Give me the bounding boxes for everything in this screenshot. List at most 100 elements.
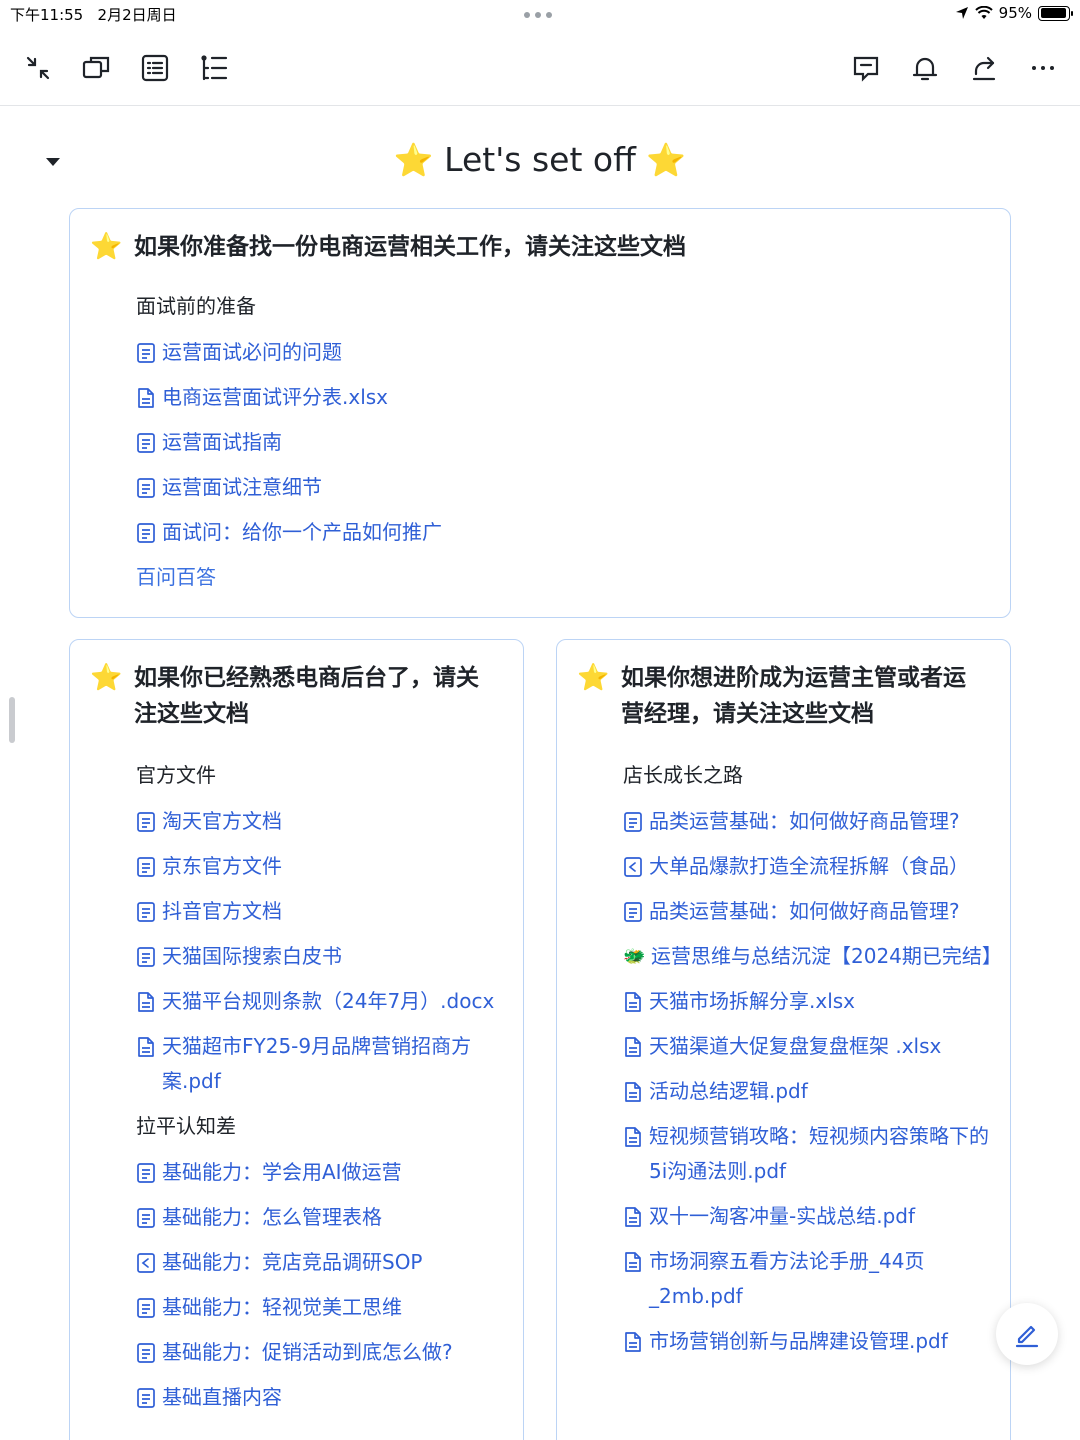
doc-link[interactable]: 天猫国际搜索白皮书 [136, 939, 506, 974]
window-icon[interactable] [78, 50, 114, 86]
doc-link[interactable]: 运营面试注意细节 [136, 470, 976, 505]
doc-link[interactable]: 市场洞察五看方法论手册_44页_2mb.pdf [623, 1244, 993, 1314]
doc-link[interactable]: 品类运营基础：如何做好商品管理? [623, 804, 993, 839]
doc-link[interactable]: 天猫平台规则条款（24年7月）.docx [136, 984, 506, 1019]
doc-link[interactable]: 短视频营销攻略：短视频内容策略下的5i沟通法则.pdf [623, 1119, 993, 1189]
doc-link-label: 天猫渠道大促复盘复盘框架 .xlsx [649, 1034, 942, 1058]
doc-link[interactable]: 双十一淘客冲量-实战总结.pdf [623, 1199, 993, 1234]
link-qa[interactable]: 百问百答 [136, 560, 976, 595]
doc-link-label: 大单品爆款打造全流程拆解（食品） [649, 854, 969, 878]
doc-link[interactable]: 基础能力：学会用AI做运营 [136, 1155, 506, 1190]
file-icon [623, 984, 645, 1019]
card-body: 官方文件 淘天官方文档 京东官方文件抖音官方文档 天猫国际搜索白皮书天猫平台规则条款… [136, 760, 506, 1425]
doc-link-label: 基础能力：促销活动到底怎么做? [162, 1340, 453, 1364]
doc-icon [136, 804, 158, 839]
battery-percent: 95% [998, 4, 1032, 22]
doc-icon [136, 425, 158, 460]
doc-link[interactable]: 市场营销创新与品牌建设管理.pdf [623, 1324, 993, 1359]
status-time: 下午11:55 2月2日周日 [10, 6, 177, 24]
doc-link-label: 京东官方文件 [162, 854, 282, 878]
doc-icon [136, 1290, 158, 1325]
doc-link-label: 基础能力：轻视觉美工思维 [162, 1295, 402, 1319]
star-icon: ⭐ [90, 663, 123, 693]
doc-icon [623, 894, 645, 929]
doc-link-label: 天猫超市FY25-9月品牌营销招商方案.pdf [162, 1034, 472, 1093]
doc-link[interactable]: 基础能力：怎么管理表格 [136, 1200, 506, 1235]
doc-link-label: 运营面试必问的问题 [162, 340, 342, 364]
doc-link-label: 电商运营面试评分表.xlsx [162, 385, 389, 409]
doc-link[interactable]: 京东官方文件 [136, 849, 506, 884]
outline-icon[interactable] [137, 50, 173, 86]
doc-link[interactable]: 基础能力：轻视觉美工思维 [136, 1290, 506, 1325]
doc-link-label: 基础能力：竞店竞品调研SOP [162, 1250, 423, 1274]
card-heading: 如果你想进阶成为运营主管或者运营经理，请关注这些文档 [621, 665, 966, 727]
doc-link[interactable]: 品类运营基础：如何做好商品管理? [623, 894, 993, 929]
more-icon[interactable] [1025, 50, 1061, 86]
location-icon [955, 7, 968, 19]
doc-icon [136, 849, 158, 884]
doc-icon [136, 894, 158, 929]
status-right: 95% [955, 4, 1073, 22]
doc-toolbar [0, 30, 1080, 106]
doc-link-label: 淘天官方文档 [162, 809, 282, 833]
collapse-icon[interactable] [20, 50, 56, 86]
file-icon [623, 1199, 645, 1234]
comment-icon[interactable] [848, 50, 884, 86]
star-icon: ⭐ [577, 663, 610, 693]
doc-link-label: 运营面试指南 [162, 430, 282, 454]
doc-link-label: 活动总结逻辑.pdf [649, 1079, 808, 1103]
edit-pencil-button[interactable] [996, 1303, 1058, 1365]
bell-icon[interactable] [907, 50, 943, 86]
card-body: 面试前的准备 运营面试必问的问题 电商运营面试评分表.xlsx 运营面试指南 运营面试… [136, 291, 976, 595]
doc-link[interactable]: 基础能力：促销活动到底怎么做? [136, 1335, 506, 1370]
doc-link[interactable]: 天猫渠道大促复盘复盘框架 .xlsx [623, 1029, 993, 1064]
doc-link[interactable]: 天猫超市FY25-9月品牌营销招商方案.pdf [136, 1029, 506, 1099]
doc-link[interactable]: 电商运营面试评分表.xlsx [136, 380, 976, 415]
doc-link-label: 运营面试注意细节 [162, 475, 322, 499]
doc-icon [136, 1380, 158, 1415]
tree-list-icon[interactable] [196, 50, 232, 86]
doc-link-label: 面试问：给你一个产品如何推广 [162, 520, 442, 544]
file-icon [623, 1074, 645, 1109]
doc-link[interactable]: 面试问：给你一个产品如何推广 [136, 515, 976, 550]
doc-icon [136, 335, 158, 370]
card-advance-manager: ⭐ 如果你想进阶成为运营主管或者运营经理，请关注这些文档 店长成长之路 品类运营… [556, 639, 1011, 1440]
doc-link-label: 市场营销创新与品牌建设管理.pdf [649, 1329, 948, 1353]
card-familiar-backend: ⭐ 如果你已经熟悉电商后台了，请关注这些文档 官方文件 淘天官方文档 京东官方文件… [69, 639, 524, 1440]
sidebar-drag-handle[interactable] [9, 697, 15, 743]
doc-link[interactable]: 天猫市场拆解分享.xlsx [623, 984, 993, 1019]
share-icon[interactable] [966, 50, 1002, 86]
doc-link-label: 天猫平台规则条款（24年7月）.docx [162, 989, 495, 1013]
doc-link[interactable]: 抖音官方文档 [136, 894, 506, 929]
section-title: 店长成长之路 [623, 763, 743, 787]
slides-icon [136, 1245, 158, 1280]
page-title: ⭐ Let's set off ⭐ [393, 140, 687, 179]
file-icon [623, 1324, 645, 1359]
file-icon [136, 1029, 158, 1064]
section-title: 官方文件 [136, 763, 216, 787]
doc-link[interactable]: 基础直播内容 [136, 1380, 506, 1415]
doc-link-label: 基础能力：学会用AI做运营 [162, 1160, 402, 1184]
doc-link[interactable]: 活动总结逻辑.pdf [623, 1074, 993, 1109]
battery-icon [1038, 5, 1073, 21]
doc-icon [623, 804, 645, 839]
doc-link[interactable]: 🐲 运营思维与总结沉淀【2024期已完结】 [623, 939, 1002, 974]
multitask-dots[interactable] [524, 12, 552, 18]
doc-link-label: 天猫市场拆解分享.xlsx [649, 989, 856, 1013]
doc-link[interactable]: 运营面试必问的问题 [136, 335, 976, 370]
pencil-icon [1015, 1325, 1039, 1348]
card-heading: 如果你已经熟悉电商后台了，请关注这些文档 [134, 665, 479, 727]
doc-link[interactable]: 运营面试指南 [136, 425, 976, 460]
card-header: ⭐ 如果你想进阶成为运营主管或者运营经理，请关注这些文档 [577, 660, 971, 732]
star-icon: ⭐ [393, 141, 434, 179]
status-bar: 下午11:55 2月2日周日 95% [0, 0, 1080, 30]
doc-icon [136, 515, 158, 550]
file-icon [136, 984, 158, 1019]
doc-link-label: 基础直播内容 [162, 1385, 282, 1409]
doc-icon [136, 939, 158, 974]
file-icon [623, 1029, 645, 1064]
doc-link[interactable]: 大单品爆款打造全流程拆解（食品） [623, 849, 993, 884]
doc-link[interactable]: 淘天官方文档 [136, 804, 506, 839]
doc-link-label: 品类运营基础：如何做好商品管理? [649, 809, 960, 833]
doc-link[interactable]: 基础能力：竞店竞品调研SOP [136, 1245, 506, 1280]
